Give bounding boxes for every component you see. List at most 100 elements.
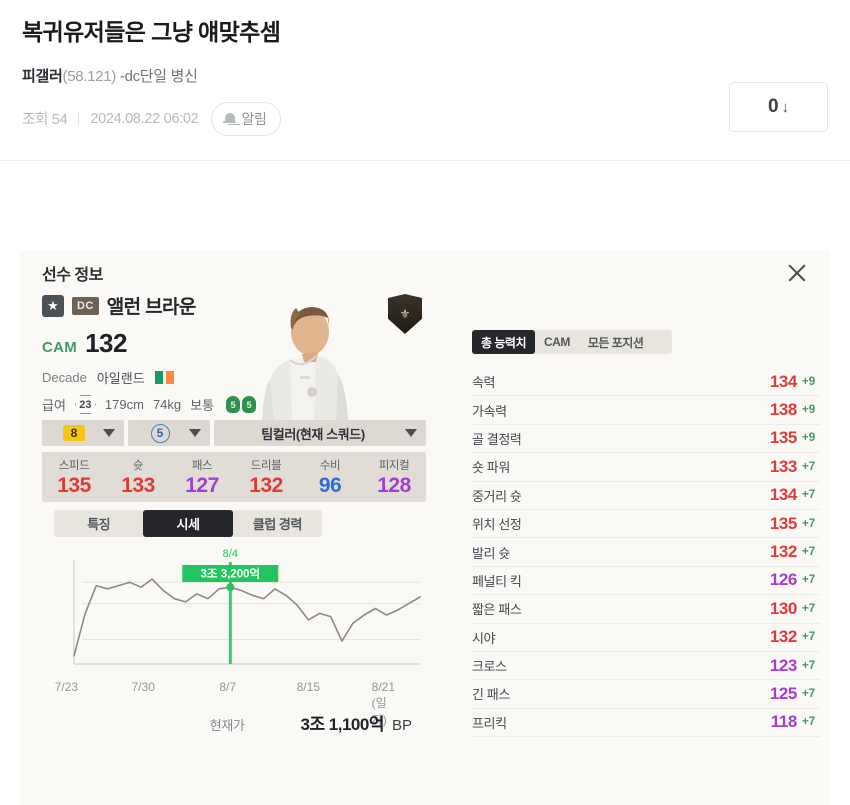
close-icon[interactable] (782, 258, 812, 288)
star-icon: ★ (42, 294, 64, 317)
ability-stat-bonus: +7 (802, 716, 816, 729)
ability-tab-2[interactable]: 모든 포지션 (579, 330, 653, 354)
ability-stat-row: 긴 패스 125 +7 (472, 680, 820, 709)
post-header: 복귀유저들은 그냥 얘맞추셈 피갤러(58.121) -dc단일 병신 조회 5… (0, 0, 850, 136)
ability-stat-row: 발리 슛 132 +7 (472, 538, 820, 567)
ability-stat-row: 가속력 138 +9 (472, 396, 820, 425)
price-chart[interactable]: 8/4 3조 3,200억 (48, 546, 428, 686)
enhance-level-dropdown[interactable]: 8 (42, 420, 124, 446)
meta-divider (78, 112, 80, 126)
enhance-level-value: 8 (62, 425, 86, 441)
ability-stat-row: 짧은 패스 130 +7 (472, 595, 820, 624)
six-stat-summary: 스피드 135 슛 133 패스 127 드리블 132 수비 96 피지컬 128 (42, 452, 426, 502)
alarm-label: 알림 (241, 110, 267, 127)
ability-stat-row: 골 결정력 135 +9 (472, 425, 820, 454)
skill-level-dropdown[interactable]: 5 (128, 420, 210, 446)
six-stat-3: 드리블 132 (234, 457, 298, 498)
six-stat-5: 피지컬 128 (362, 457, 426, 498)
ability-tab-group: 총 능력치 CAM 모든 포지션 (472, 330, 672, 354)
ability-stat-bonus: +9 (802, 375, 816, 388)
alarm-button[interactable]: 알림 (211, 101, 281, 136)
six-stat-value: 135 (57, 473, 91, 497)
recommend-button[interactable]: 0 ↓ (729, 82, 828, 132)
ability-stat-row: 페널티 킥 126 +7 (472, 567, 820, 596)
ability-stat-name: 크로스 (472, 659, 507, 675)
ability-stat-name: 페널티 킥 (472, 573, 522, 589)
ability-stat-row: 크로스 123 +7 (472, 652, 820, 681)
six-stat-value: 127 (185, 473, 219, 497)
team-color-value: 팀컬러(현재 스쿼드) (261, 426, 365, 442)
author-ip: (58.121) (62, 67, 117, 85)
ability-stat-value: 134 (769, 485, 798, 505)
x-tick-2: 8/7 (219, 680, 237, 694)
current-price-row: 현재가 3조 1,100억 BP (28, 710, 412, 735)
ability-stat-row: 프리킥 118 +7 (472, 709, 820, 738)
current-price-value: 3조 1,100억 (300, 715, 384, 734)
team-color-dropdown[interactable]: 팀컬러(현재 스쿼드) (214, 420, 426, 446)
header-divider (0, 160, 850, 161)
league-badge: DC (72, 296, 99, 315)
ability-stat-name: 숏 파워 (472, 460, 510, 476)
ability-stat-row: 위치 선정 135 +7 (472, 510, 820, 539)
six-stat-2: 패스 127 (170, 457, 234, 498)
salary-label: 급여 (42, 398, 66, 413)
ability-stat-bonus: +7 (802, 546, 816, 559)
ability-tab-0[interactable]: 총 능력치 (472, 330, 535, 354)
ability-stat-row: 중거리 슛 134 +7 (472, 482, 820, 510)
player-position: CAM (42, 339, 78, 356)
ability-stat-value: 132 (769, 627, 798, 647)
card-title: 선수 정보 (42, 267, 103, 284)
six-stat-4: 수비 96 (298, 457, 362, 498)
page-root: 복귀유저들은 그냥 얘맞추셈 피갤러(58.121) -dc단일 병신 조회 5… (0, 0, 850, 805)
six-stat-value: 128 (377, 473, 411, 497)
six-stat-label: 스피드 (58, 459, 90, 472)
ability-stat-row: 숏 파워 133 +7 (472, 453, 820, 482)
ability-stat-name: 가속력 (472, 403, 507, 419)
ability-stat-bonus: +7 (802, 659, 816, 672)
nation-flag-icon (154, 371, 174, 384)
player-option-dropdowns: 8 5 팀컬러(현재 스쿼드) (42, 420, 426, 446)
ability-stat-value: 132 (769, 542, 798, 562)
ability-stat-name: 위치 선정 (472, 517, 522, 533)
ability-stat-value: 135 (769, 513, 798, 533)
chart-tab-0[interactable]: 특징 (54, 510, 143, 537)
ability-stat-bonus: +7 (802, 574, 816, 587)
chevron-down-icon (405, 429, 417, 437)
ability-stat-bonus: +9 (802, 432, 816, 445)
ability-stat-bonus: +7 (802, 687, 816, 700)
ability-stat-name: 프리킥 (472, 715, 507, 731)
ability-stat-row: 시야 132 +7 (472, 624, 820, 652)
svg-text:3조 3,200억: 3조 3,200억 (201, 568, 261, 581)
ability-stat-value: 138 (769, 400, 798, 420)
bell-icon (223, 112, 237, 126)
post-author-line: 피갤러(58.121) -dc단일 병신 (22, 65, 828, 86)
ability-tab-1[interactable]: CAM (535, 330, 579, 354)
ability-stat-name: 중거리 슛 (472, 488, 522, 504)
ability-stat-value: 126 (769, 570, 798, 590)
author-nickname[interactable]: 피갤러 (22, 68, 63, 85)
chart-tab-1[interactable]: 시세 (143, 510, 233, 537)
ability-stat-value: 123 (769, 655, 798, 675)
ability-stat-bonus: +7 (802, 602, 816, 615)
ability-stat-bonus: +7 (802, 460, 816, 473)
player-nation: 아일랜드 (96, 371, 145, 386)
player-overall: 132 (85, 328, 127, 358)
down-arrow-icon: ↓ (781, 98, 790, 116)
ability-stat-name: 시야 (472, 630, 496, 646)
player-photo (224, 292, 374, 420)
ability-stat-name: 긴 패스 (472, 687, 510, 703)
ability-panel: 총 능력치 CAM 모든 포지션 속력 134 +9 가속력 138 +9 골 결정력 135 +9… (472, 330, 820, 738)
page-title: 복귀유저들은 그냥 얘맞추셈 (22, 19, 281, 45)
six-stat-label: 드리블 (250, 459, 282, 472)
ability-stat-name: 발리 슛 (472, 545, 510, 561)
chevron-down-icon (103, 429, 115, 437)
player-body-type: 보통 (190, 398, 215, 413)
chevron-down-icon (189, 429, 201, 437)
chart-tab-2[interactable]: 클럽 경력 (233, 510, 322, 537)
ability-stat-value: 130 (769, 598, 798, 618)
current-price-label: 현재가 (209, 718, 245, 733)
ability-stat-name: 속력 (472, 375, 496, 391)
ability-stat-bonus: +7 (802, 631, 816, 644)
post-meta-row: 조회 54 2024.08.22 06:02 알림 (22, 101, 828, 136)
six-stat-1: 슛 133 (106, 457, 170, 498)
